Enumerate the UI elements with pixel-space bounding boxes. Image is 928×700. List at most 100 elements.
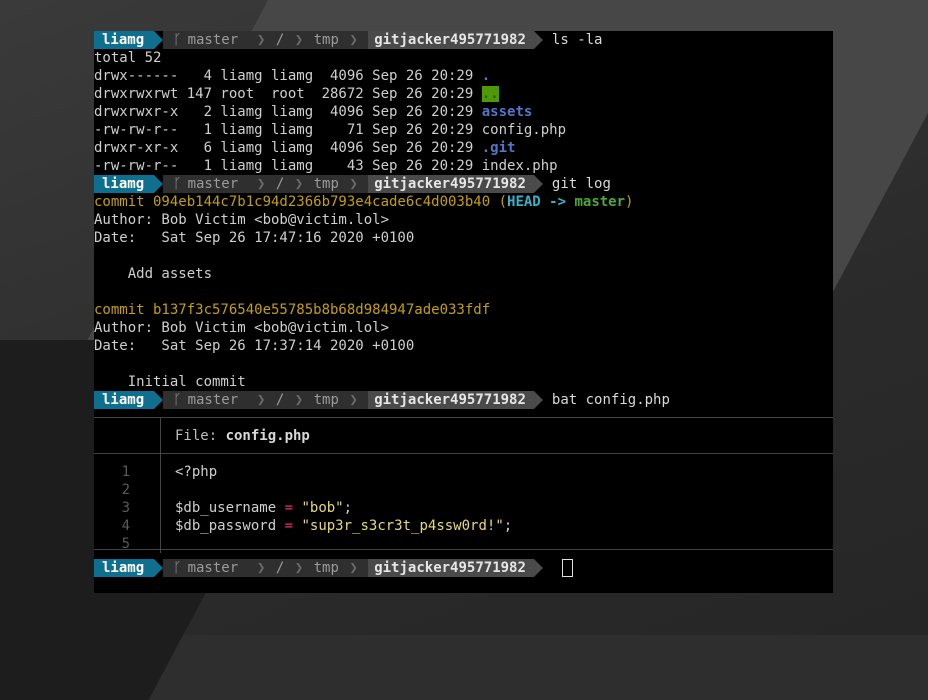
prompt-dir: tmp [313,392,339,408]
ls-row: drwxrwxr-x 2 liamg liamg 4096 Sep 26 20:… [94,104,533,120]
code-line: 1 <?php [94,463,833,481]
shell-prompt: liamg ᚴ master ❯ / ❯ tmp ❯ gitjacker49577… [94,31,833,49]
text-cursor [561,559,573,577]
chevron-right-icon: ❯ [340,392,367,408]
git-branch-icon: ᚴ [173,176,182,192]
prompt-user: liamg [94,391,155,409]
commit-author: Author: Bob Victim <bob@victim.lol> [94,212,390,228]
prompt-root: / [275,32,285,48]
bat-file-header: File: config.php [175,428,310,444]
command-text: git log [551,176,611,192]
code-line: 3 $db_username = "bob"; [94,499,833,517]
branch-ref: master [574,194,626,210]
chevron-right-icon: ❯ [286,392,312,408]
prompt-branch: master [187,392,239,408]
git-branch-icon: ᚴ [173,392,182,408]
bat-file-name: config.php [225,428,310,444]
prompt-repo: gitjacker495771982 [368,559,534,577]
line-number: 4 [121,518,130,534]
line-number: 1 [121,464,130,480]
prompt-branch: master [187,176,239,192]
commit-date: Date: Sat Sep 26 17:37:14 2020 +0100 [94,338,415,354]
prompt-repo: gitjacker495771982 [368,175,534,193]
commit-hash: commit 094eb144c7b1c94d2366b793e4cade6c4… [94,194,491,210]
prompt-path: ᚴ master ❯ / ❯ tmp ❯ [163,175,369,193]
ls-name: index.php [481,158,558,174]
chevron-right-icon: ❯ [286,32,312,48]
ls-row: drwx------ 4 liamg liamg 4096 Sep 26 20:… [94,68,491,84]
shell-prompt-current[interactable]: liamg ᚴ master ❯ / ❯ tmp ❯ gitjacker49577… [94,559,833,577]
prompt-branch: master [187,32,239,48]
shell-prompt: liamg ᚴ master ❯ / ❯ tmp ❯ gitjacker49577… [94,391,833,409]
ls-name: assets [481,104,533,120]
line-number: 3 [121,500,130,516]
code-line: 5 [94,535,833,553]
ls-row: drwxr-xr-x 6 liamg liamg 4096 Sep 26 20:… [94,140,516,156]
commit-hash: commit b137f3c576540e55785b8b68d984947ad… [94,302,491,318]
chevron-right-icon: ❯ [340,32,367,48]
prompt-repo: gitjacker495771982 [368,391,534,409]
prompt-arrow [154,391,164,409]
command-text: ls -la [551,32,603,48]
shell-prompt: liamg ᚴ master ❯ / ❯ tmp ❯ gitjacker49577… [94,175,833,193]
prompt-user: liamg [94,31,155,49]
git-branch-icon: ᚴ [173,32,182,48]
prompt-dir: tmp [313,176,339,192]
prompt-arrow [533,391,543,409]
bat-rule-top [94,417,833,418]
chevron-right-icon: ❯ [240,560,274,576]
code-line: 4 $db_password = "sup3r_s3cr3t_p4ssw0rd!"… [94,517,833,535]
prompt-root: / [275,176,285,192]
line-number: 2 [121,482,130,498]
prompt-arrow [533,31,543,49]
prompt-branch: master [187,560,239,576]
line-number: 5 [121,536,130,552]
commit-date: Date: Sat Sep 26 17:47:16 2020 +0100 [94,230,415,246]
prompt-root: / [275,392,285,408]
chevron-right-icon: ❯ [240,392,274,408]
prompt-dir: tmp [313,32,339,48]
ls-row: -rw-rw-r-- 1 liamg liamg 71 Sep 26 20:29… [94,122,567,138]
code-line: 2 [94,481,833,499]
chevron-right-icon: ❯ [340,560,367,576]
ls-row: drwxrwxrwt 147 root root 28672 Sep 26 20… [94,86,499,102]
code-var: $db_password [175,518,277,534]
code-operator: = [284,500,294,516]
bat-output: File: config.php 1 <?php 2 3 $db_username … [94,409,833,553]
prompt-arrow [154,31,164,49]
bat-rule-bottom [94,549,833,550]
prompt-arrow [533,559,543,577]
prompt-root: / [275,560,285,576]
chevron-right-icon: ❯ [286,176,312,192]
terminal-window[interactable]: liamg ᚴ master ❯ / ❯ tmp ❯ gitjacker49577… [94,31,833,593]
ls-name: .git [481,140,516,156]
code-string: "sup3r_s3cr3t_p4ssw0rd!" [301,518,504,534]
commit-author: Author: Bob Victim <bob@victim.lol> [94,320,390,336]
command-text: bat config.php [551,392,670,408]
chevron-right-icon: ❯ [340,176,367,192]
prompt-arrow [154,559,164,577]
chevron-right-icon: ❯ [240,32,274,48]
prompt-user: liamg [94,559,155,577]
git-branch-icon: ᚴ [173,560,182,576]
chevron-right-icon: ❯ [240,176,274,192]
prompt-repo: gitjacker495771982 [368,31,534,49]
ls-total: total 52 [94,50,162,66]
prompt-arrow [154,175,164,193]
bat-rule-mid [94,453,833,454]
commit-message: Add assets [94,266,213,282]
prompt-user: liamg [94,175,155,193]
code-string: "bob" [301,500,344,516]
ls-name: . [481,68,491,84]
head-pointer: HEAD -> [507,194,567,210]
prompt-dir: tmp [313,560,339,576]
prompt-path: ᚴ master ❯ / ❯ tmp ❯ [163,559,369,577]
prompt-arrow [533,175,543,193]
ls-row: -rw-rw-r-- 1 liamg liamg 43 Sep 26 20:29… [94,158,558,174]
prompt-path: ᚴ master ❯ / ❯ tmp ❯ [163,31,369,49]
ls-name: .. [481,86,499,102]
ls-name: config.php [481,122,567,138]
